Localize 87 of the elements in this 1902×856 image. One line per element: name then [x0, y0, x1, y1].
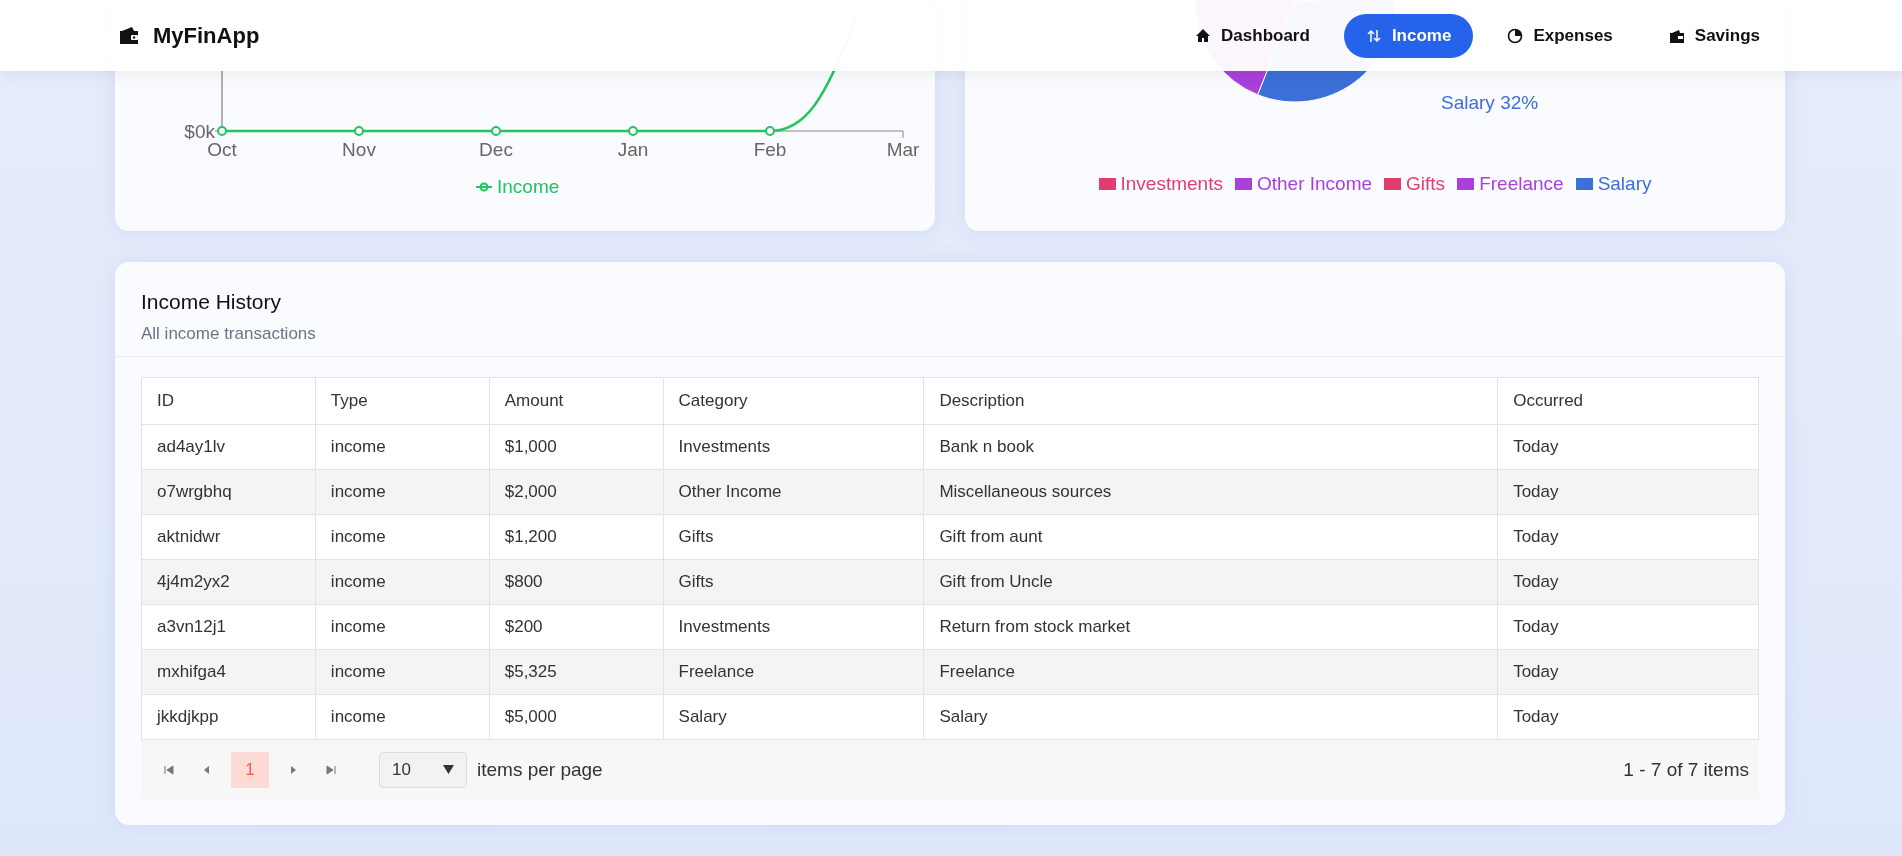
sort-arrows-icon — [1365, 27, 1382, 44]
table-cell: income — [315, 469, 490, 515]
first-page-icon — [164, 764, 174, 775]
table-cell: $1,200 — [489, 514, 664, 560]
table-cell: $1,000 — [489, 424, 664, 470]
legend-label: Gifts — [1406, 173, 1446, 195]
data-point — [217, 126, 227, 136]
table-cell: jkkdjkpp — [141, 694, 316, 740]
axis-label: Feb — [753, 139, 787, 160]
table-cell: mxhifga4 — [141, 649, 316, 695]
card-title: Income History — [141, 290, 283, 314]
table-cell: income — [315, 604, 490, 650]
data-point — [491, 126, 501, 136]
table-cell: Investments — [663, 424, 924, 470]
table-cell: Today — [1497, 604, 1759, 650]
table-cell: $5,000 — [489, 694, 664, 740]
data-point — [628, 126, 638, 136]
home-icon — [1195, 27, 1212, 44]
legend-line-icon — [475, 182, 493, 192]
table-cell: Today — [1497, 559, 1759, 605]
table-cell: 4j4m2yx2 — [141, 559, 316, 605]
pager-summary: 1 - 7 of 7 items — [1623, 758, 1749, 781]
table-cell: Salary — [663, 694, 924, 740]
table-cell: Freelance — [923, 649, 1498, 695]
legend-label: Investments — [1120, 173, 1223, 195]
legend-label: Other Income — [1256, 173, 1373, 195]
pie-chart-icon — [1507, 27, 1524, 44]
page-size-label: items per page — [477, 758, 603, 781]
table-cell: Miscellaneous sources — [923, 469, 1498, 515]
table-cell: Investments — [663, 604, 924, 650]
column-header: Description — [923, 377, 1498, 425]
table-cell: $200 — [489, 604, 664, 650]
table-cell: Return from stock market — [923, 604, 1498, 650]
column-header: Type — [315, 377, 490, 425]
table-cell: Salary — [923, 694, 1498, 740]
table-cell: income — [315, 424, 490, 470]
table-cell: $2,000 — [489, 469, 664, 515]
table-cell: Gifts — [663, 514, 924, 560]
column-header: Occurred — [1497, 377, 1759, 425]
axis-label: Mar — [886, 139, 920, 160]
table-cell: a3vn12j1 — [141, 604, 316, 650]
data-point — [765, 126, 775, 136]
table-cell: o7wrgbhq — [141, 469, 316, 515]
right-triangle-icon — [288, 764, 298, 775]
axis-label: Oct — [207, 139, 237, 160]
app-name: MyFinApp — [153, 22, 260, 49]
table-cell: Gift from Uncle — [923, 559, 1498, 605]
data-point — [354, 126, 364, 136]
axis-label: Jan — [617, 139, 649, 160]
table-cell: income — [315, 514, 490, 560]
last-page-icon — [326, 764, 336, 775]
axis-label: Nov — [342, 139, 376, 160]
table-cell: ad4ay1lv — [141, 424, 316, 470]
card-subtitle: All income transactions — [141, 324, 317, 344]
legend-label: Income — [497, 176, 560, 197]
table-cell: $5,325 — [489, 649, 664, 695]
page-size-select[interactable]: 10 — [379, 751, 467, 788]
table-cell: Today — [1497, 514, 1759, 560]
table-cell: aktnidwr — [141, 514, 316, 560]
table-cell: Today — [1497, 694, 1759, 740]
axis-label: $0k — [184, 121, 215, 142]
slice-label: Salary 32% — [1441, 92, 1539, 113]
table-cell: income — [315, 559, 490, 605]
nav-link[interactable]: Income — [1343, 13, 1474, 58]
table-cell: Other Income — [663, 469, 924, 515]
axis-label: Dec — [479, 139, 513, 160]
nav-link[interactable]: Expenses — [1485, 13, 1635, 58]
table-cell: Freelance — [663, 649, 924, 695]
legend-label: Salary — [1597, 173, 1652, 195]
caret-icon — [443, 765, 454, 774]
nav-link[interactable]: Savings — [1646, 13, 1782, 58]
table-cell: Today — [1497, 649, 1759, 695]
table-cell: income — [315, 649, 490, 695]
table-cell: Today — [1497, 469, 1759, 515]
left-triangle-icon — [202, 764, 212, 775]
legend-label: Freelance — [1479, 173, 1564, 195]
column-header: Category — [663, 377, 924, 425]
nav-link[interactable]: Dashboard — [1173, 13, 1332, 58]
table-cell: Bank n book — [923, 424, 1498, 470]
column-header: Amount — [489, 377, 664, 425]
column-header: ID — [141, 377, 316, 425]
table-cell: income — [315, 694, 490, 740]
table-cell: $800 — [489, 559, 664, 605]
table-cell: Gift from aunt — [923, 514, 1498, 560]
table-cell: Gifts — [663, 559, 924, 605]
table-cell: Today — [1497, 424, 1759, 470]
wallet-icon — [1668, 27, 1685, 44]
